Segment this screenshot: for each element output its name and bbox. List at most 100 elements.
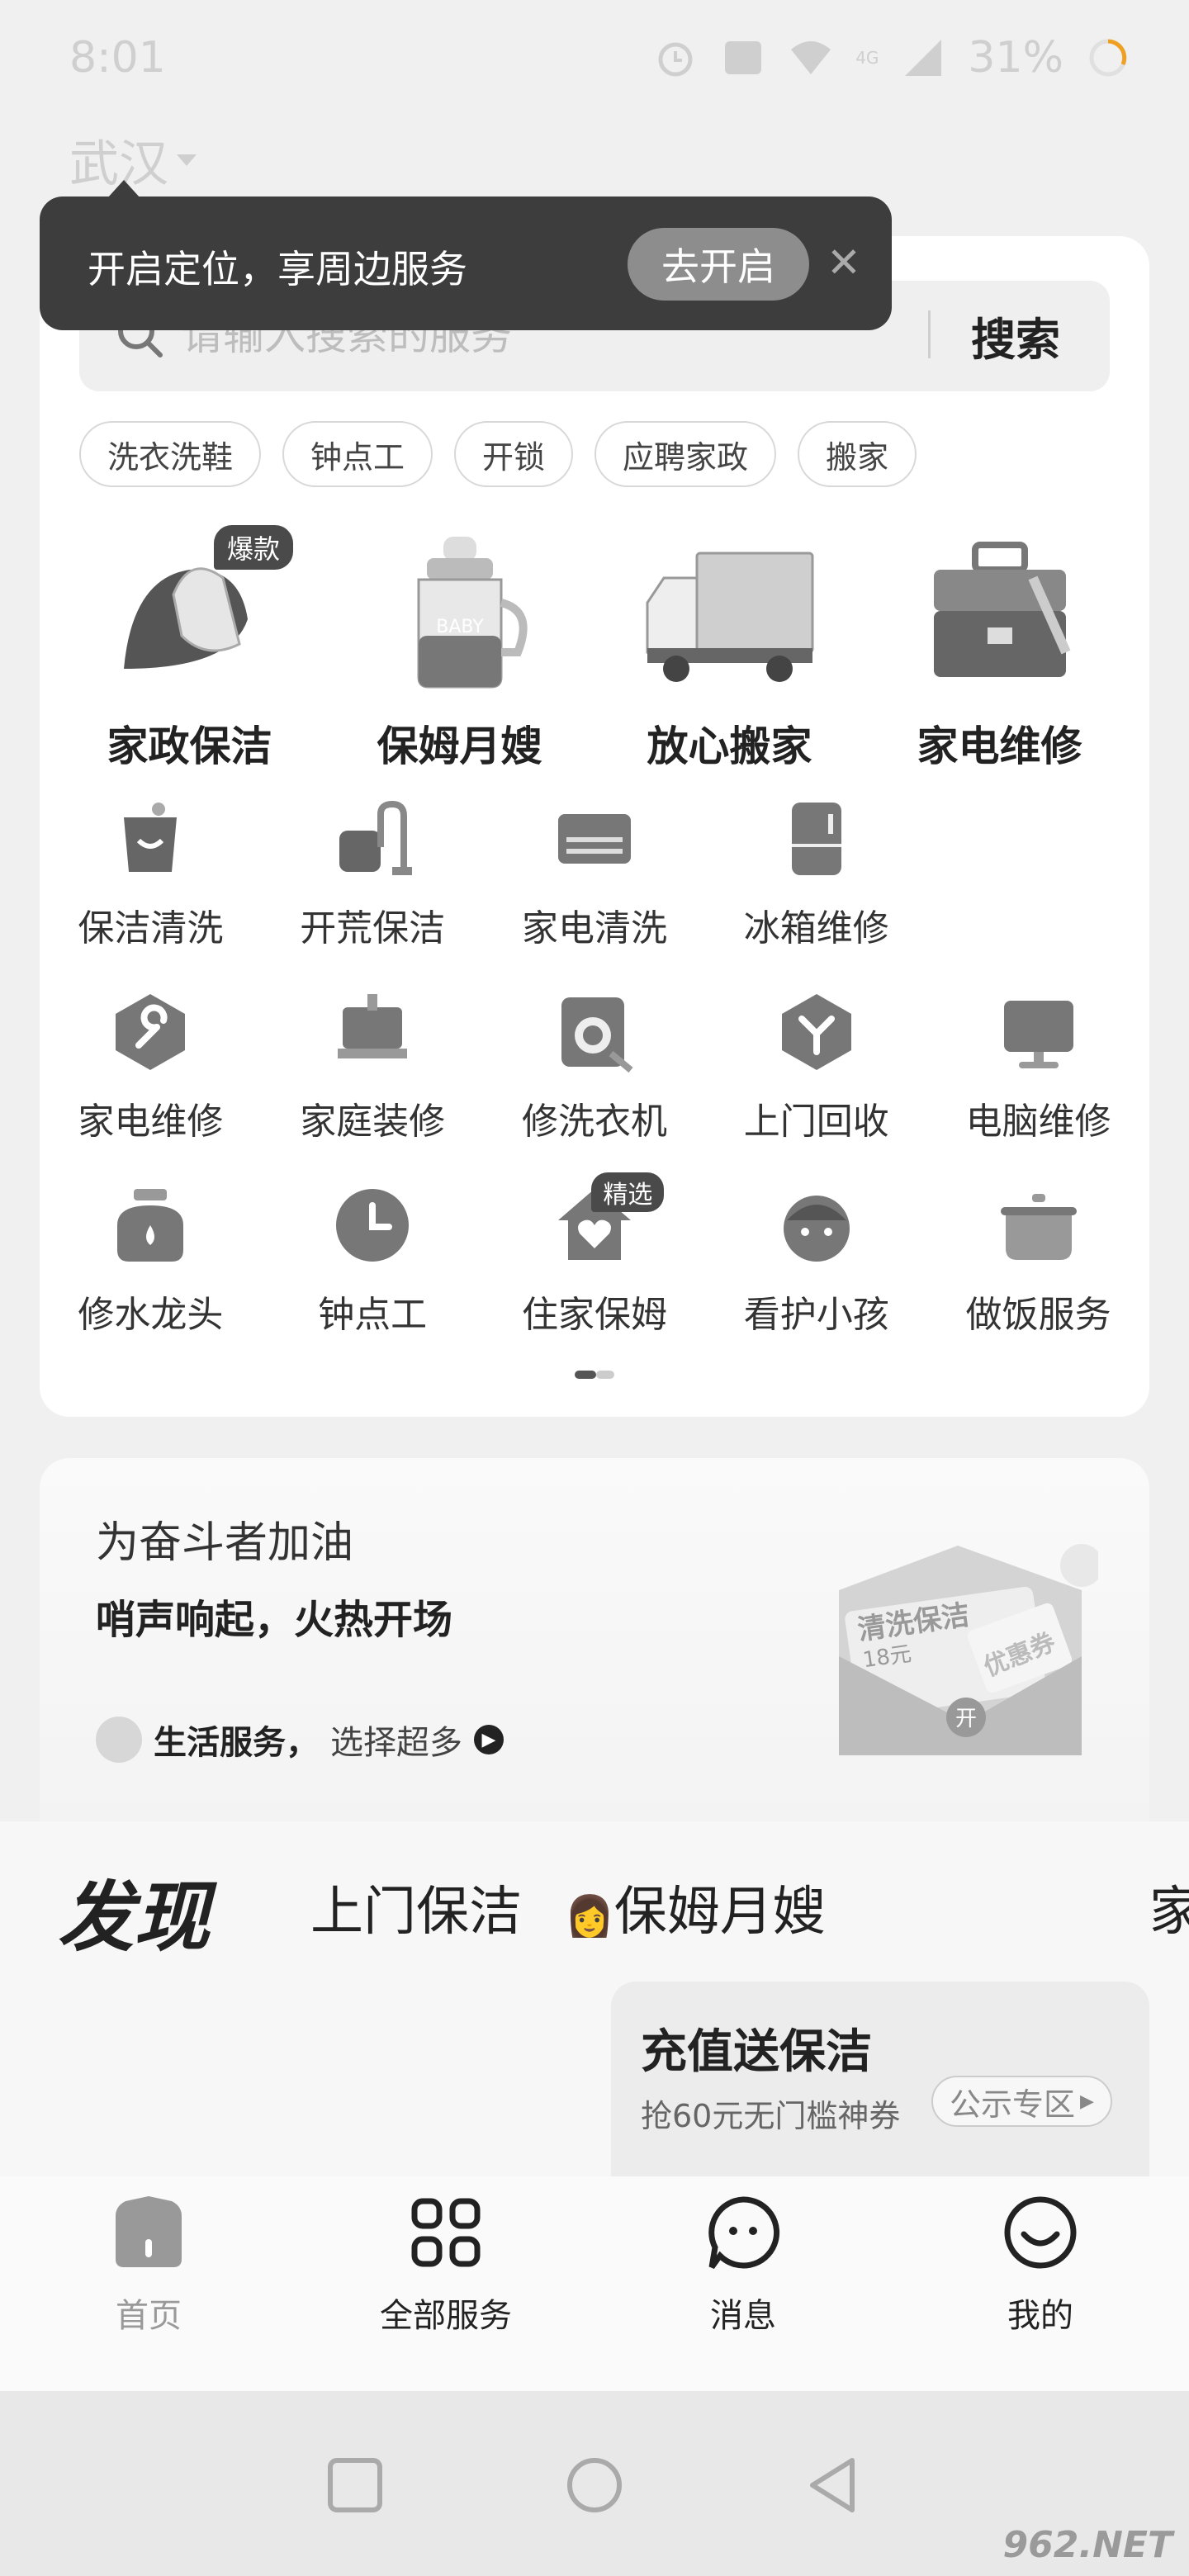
category-deep-cleaning[interactable]: 开荒保洁 [262,798,484,951]
category-cleaning-wash[interactable]: 保洁清洗 [40,798,262,951]
air-conditioner-icon [557,814,631,864]
nanny-avatar-icon: 👩 [565,1893,614,1939]
category-home-renovation[interactable]: 家庭装修 [262,991,484,1144]
volte-icon [725,41,762,74]
smiley-icon [1004,2196,1077,2269]
status-time: 8:01 [69,33,166,83]
category-label: 住家保姆 [521,1294,667,1336]
category-faucet-repair[interactable]: 修水龙头 [40,1184,262,1338]
chat-bubble-icon [708,2196,780,2270]
category-hourly-worker[interactable]: 钟点工 [262,1184,484,1338]
discover-tab-more[interactable]: 家 [1149,1869,1189,1945]
category-fridge-repair[interactable]: 冰箱维修 [705,798,927,951]
category-label: 保姆月嫂 [377,722,542,770]
category-label: 家电维修 [917,722,1082,770]
home-button-icon[interactable] [561,2452,628,2518]
clock-icon [336,1189,410,1262]
category-label: 电脑维修 [965,1101,1111,1143]
category-appliance-cleaning[interactable]: 家电清洗 [484,798,706,951]
toast-arrow [107,180,140,198]
chip-hourly-worker[interactable]: 钟点工 [282,421,433,487]
recent-apps-icon[interactable] [322,2452,388,2518]
life-service-icon [96,1717,142,1763]
category-cooking[interactable]: 做饭服务 [927,1184,1149,1338]
toast-text: 开启定位，享周边服务 [88,247,467,291]
fridge-icon [791,803,841,875]
tab-label: 我的 [1007,2297,1073,2335]
recharge-title: 充值送保洁 [641,2025,872,2079]
hot-badge: 爆款 [213,525,293,570]
category-label: 开荒保洁 [300,907,446,949]
chip-unlock[interactable]: 开锁 [454,421,574,487]
back-icon[interactable] [801,2452,867,2518]
cooking-pot-icon [1000,1194,1077,1260]
grid-icon [411,2198,481,2267]
category-moving[interactable]: 放心搬家 [594,528,865,773]
promo-title: 为奋斗者加油 [96,1518,354,1568]
discover-tab-home-cleaning[interactable]: 上门保洁 [310,1869,522,1945]
enable-location-button[interactable]: 去开启 [628,228,809,301]
category-appliance-repair[interactable]: 家电维修 [865,528,1135,773]
category-label: 家政保洁 [107,722,272,770]
category-label: 修洗衣机 [521,1101,667,1143]
category-childcare[interactable]: 看护小孩 [705,1184,927,1338]
promo-link[interactable]: 生活服务， 选择超多 ▶ [96,1716,504,1764]
child-icon [783,1196,850,1262]
arrow-right-icon: ▶ [474,1725,504,1754]
wrench-icon [116,994,186,1070]
tab-home[interactable]: 首页 [0,2176,297,2391]
chip-moving[interactable]: 搬家 [798,421,917,487]
coupon-envelope[interactable]: 清洗保洁 18元 优惠券 开 [834,1541,1098,1759]
page-dot [596,1371,614,1379]
recycle-icon [781,994,851,1070]
category-label: 保洁清洗 [78,907,224,949]
faucet-icon [117,1189,184,1262]
search-button[interactable]: 搜索 [941,302,1090,368]
category-label: 上门回收 [743,1101,889,1143]
tab-label: 消息 [710,2297,776,2335]
quick-chips: 洗衣洗鞋 钟点工 开锁 应聘家政 搬家 [79,421,917,487]
category-label: 放心搬家 [647,722,812,770]
category-label: 看护小孩 [743,1294,889,1336]
battery-percent: 31% [968,33,1063,83]
recharge-subtitle: 抢60元无门槛神券 [641,2098,901,2134]
discover-tab-nanny[interactable]: 👩保姆月嫂 [565,1869,826,1945]
coupon-open: 开 [955,1707,977,1731]
tab-messages[interactable]: 消息 [594,2176,892,2391]
tab-profile[interactable]: 我的 [892,2176,1189,2391]
notice-zone-button[interactable]: 公示专区 ▶ [931,2076,1112,2127]
tab-all-services[interactable]: 全部服务 [297,2176,594,2391]
watermark-logo: 962.NET [1002,2524,1172,2566]
category-live-in-nanny[interactable]: 精选 住家保姆 [484,1172,706,1338]
page-dot-active [575,1371,596,1379]
category-housekeeping[interactable]: 爆款 家政保洁 [54,525,324,773]
category-label: 钟点工 [318,1294,428,1336]
notice-label: 公示专区 [950,2086,1076,2123]
home-icon [116,2196,182,2267]
category-washer-repair[interactable]: 修洗衣机 [484,991,706,1144]
bottom-tab-bar: 首页 全部服务 消息 我的 [0,2176,1189,2391]
vacuum-icon [339,800,413,875]
chip-job-apply[interactable]: 应聘家政 [594,421,777,487]
computer-icon [1003,1001,1073,1068]
category-recycling[interactable]: 上门回收 [705,991,927,1144]
empty-slot [927,798,1149,951]
category-appliance-repair-small[interactable]: 家电维修 [40,991,262,1144]
promo-link-strong: 生活服务， [154,1724,319,1762]
wifi-icon [791,41,831,74]
category-nanny[interactable]: BABY 保姆月嫂 [324,528,594,773]
category-label: 家庭装修 [300,1101,446,1143]
caret-right-icon: ▶ [1080,2091,1094,2112]
caret-down-icon [177,154,197,166]
small-categories: 保洁清洗 开荒保洁 家电清洗 冰箱维修 家电维修 家庭装修 修洗衣机 上门回收 … [40,798,1149,1338]
network-type: 4G [855,48,879,68]
category-computer-repair[interactable]: 电脑维修 [927,991,1149,1144]
alarm-icon [658,42,693,77]
chip-laundry[interactable]: 洗衣洗鞋 [79,421,262,487]
featured-badge: 精选 [591,1172,665,1212]
close-icon[interactable]: ✕ [821,239,867,286]
washing-machine-icon [561,997,633,1073]
paint-roller-icon [338,994,408,1058]
cleaning-bag-icon [124,803,178,872]
svg-text:BABY: BABY [436,617,484,637]
